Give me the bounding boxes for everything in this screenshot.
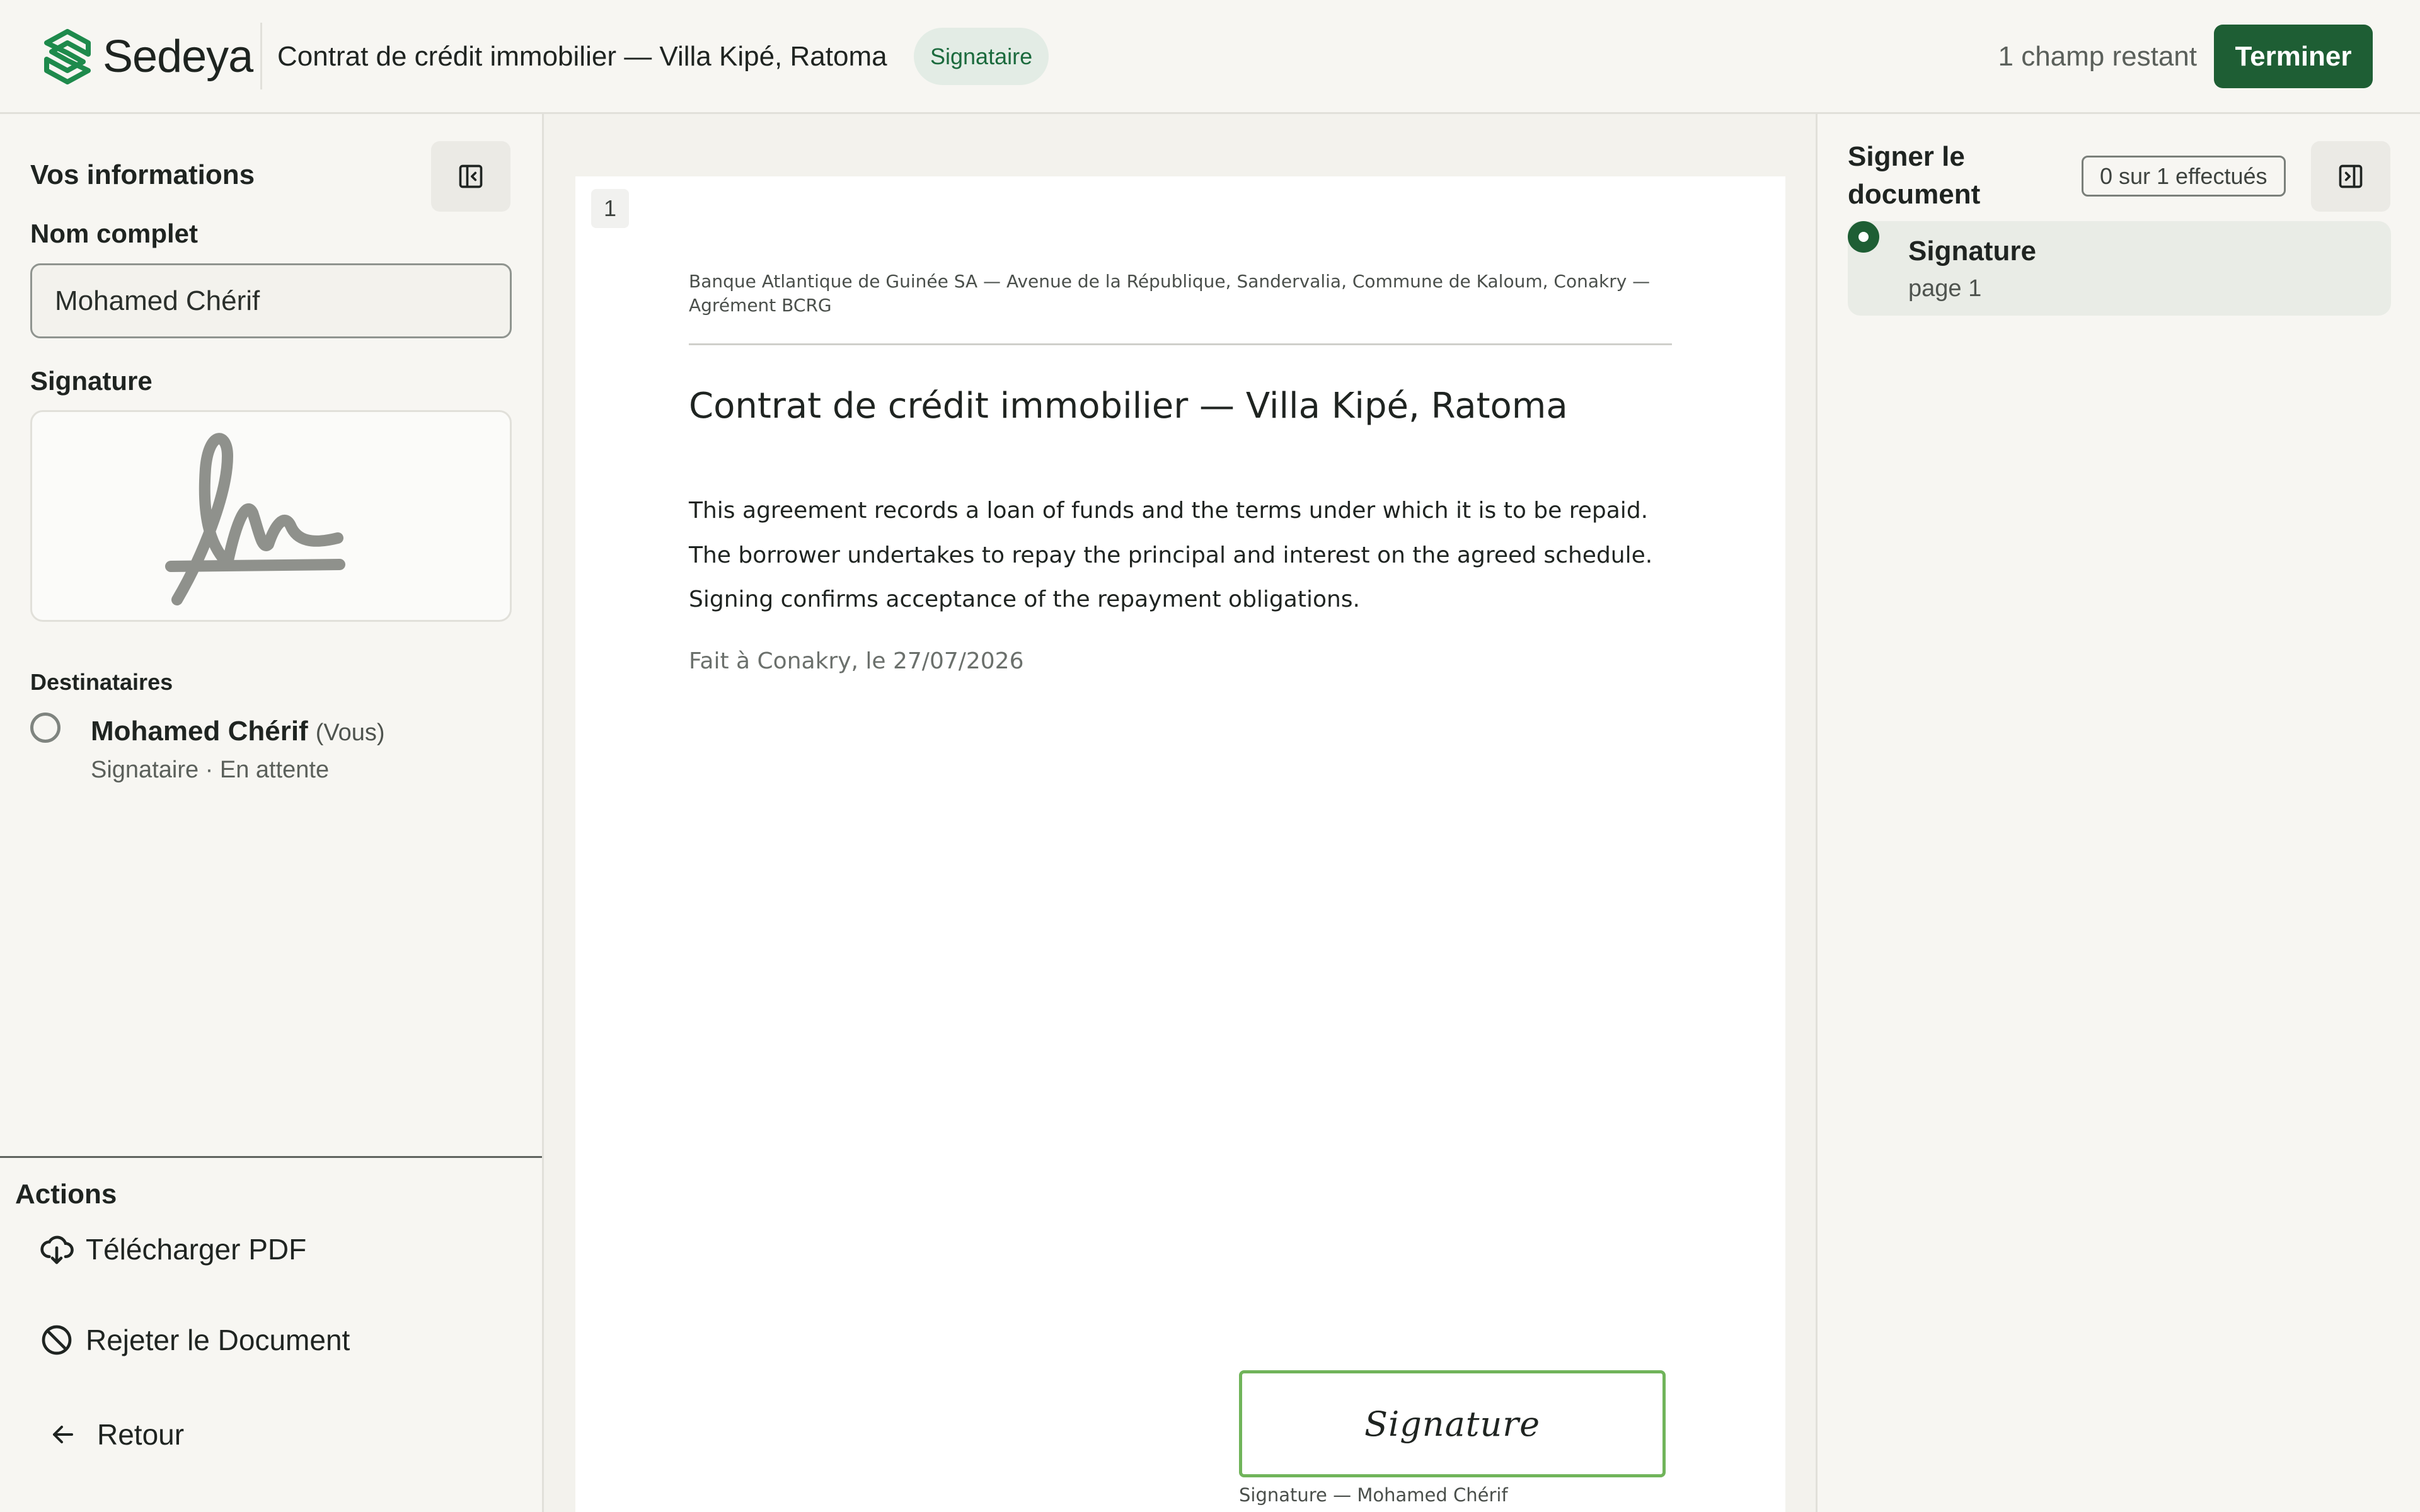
recipient-status: Signataire · En attente [91,757,330,783]
recipients-heading: Destinataires [30,669,173,695]
bank-letterhead: Banque Atlantique de Guinée SA — Avenue … [689,271,1651,316]
remaining-fields-count: 1 champ restant [1998,41,2198,72]
signature-drawing [165,433,345,605]
recipient-you-tag: (Vous) [315,719,385,746]
recipient-status-indicator [30,713,60,743]
body-line: This agreement records a loan of funds a… [689,498,1649,524]
download-pdf-label: Télécharger PDF [86,1233,307,1266]
field-item-page: page 1 [1908,275,1982,302]
full-name-label: Nom complet [30,219,199,248]
recipient-name-text: Mohamed Chérif [91,716,308,747]
header-divider [260,23,262,89]
top-bar: Sedeya Contrat de crédit immobilier — Vi… [0,0,2420,114]
ban-icon [39,1322,74,1358]
letterhead-divider [689,343,1672,345]
sedeya-logo-icon [44,29,91,84]
actions-section: Actions Télécharger PDF Rejeter le Docum… [0,1156,542,1512]
place-date: Fait à Conakry, le 27/07/2026 [689,648,1024,674]
actions-heading: Actions [15,1179,117,1210]
download-cloud-icon [39,1232,74,1267]
field-selected-indicator [1848,221,1879,253]
sign-document-heading: Signer le document [1848,141,1981,210]
reject-document-button[interactable]: Rejeter le Document [15,1305,519,1375]
field-item-title: Signature [1908,236,2036,266]
signature-pad[interactable] [30,410,512,622]
finish-button[interactable]: Terminer [2214,25,2373,88]
body-line: The borrower undertakes to repay the pri… [689,542,1653,568]
left-sidebar: Vos informations Nom complet Signature D… [0,114,544,1512]
document-viewer: 1 Banque Atlantique de Guinée SA — Avenu… [544,114,1816,1512]
signature-field-item[interactable]: Signature page 1 [1848,221,2391,316]
collapse-left-panel-icon [459,164,483,188]
signature-caption: Signature — Mohamed Chérif [1239,1484,1508,1506]
reject-document-label: Rejeter le Document [86,1324,350,1356]
recipient-name: Mohamed Chérif (Vous) [91,714,385,750]
document-title: Contrat de crédit immobilier — Villa Kip… [277,41,887,72]
signature-label: Signature [30,366,153,396]
expand-right-panel-icon [2339,164,2363,188]
role-badge: Signataire [914,28,1049,85]
signature-field-label: Signature [1364,1404,1541,1444]
signature-field[interactable]: Signature [1239,1370,1666,1477]
right-sidebar: Signer le document 0 sur 1 effectués Sig… [1816,114,2420,1512]
body-line: Signing confirms acceptance of the repay… [689,587,1360,612]
contract-body: This agreement records a loan of funds a… [689,489,1697,622]
document-page: 1 Banque Atlantique de Guinée SA — Avenu… [575,176,1785,1512]
collapse-right-panel-button[interactable] [2311,141,2390,212]
arrow-left-icon [48,1417,83,1452]
back-label: Retour [97,1418,185,1451]
page-number: 1 [591,189,629,228]
info-heading: Vos informations [30,159,255,190]
download-pdf-button[interactable]: Télécharger PDF [15,1215,519,1284]
collapse-left-panel-button[interactable] [431,141,510,212]
back-button[interactable]: Retour [15,1400,519,1469]
contract-title: Contrat de crédit immobilier — Villa Kip… [689,386,1568,427]
brand-name: Sedeya [103,32,253,82]
full-name-input[interactable] [30,263,512,338]
progress-badge: 0 sur 1 effectués [2082,156,2286,197]
